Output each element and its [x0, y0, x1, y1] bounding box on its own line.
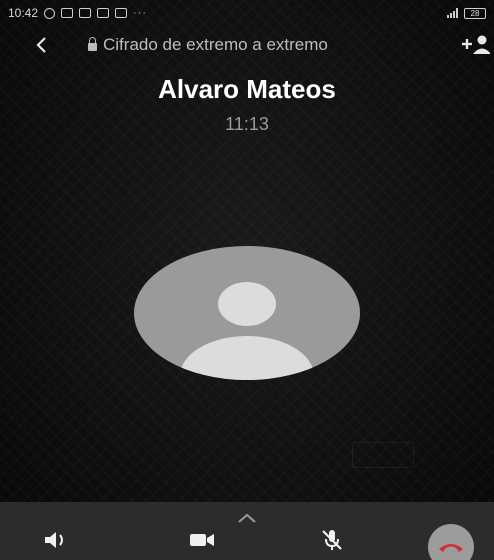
- signal-icon: [447, 8, 458, 18]
- video-button[interactable]: [182, 520, 222, 560]
- end-call-icon: [439, 544, 463, 552]
- battery-icon: 28: [464, 7, 486, 19]
- status-bar-right: 28: [447, 7, 486, 19]
- call-duration: 11:13: [225, 114, 269, 134]
- lock-icon: [88, 37, 97, 51]
- expand-controls-button[interactable]: [237, 508, 257, 528]
- microphone-off-icon: [322, 530, 342, 550]
- speaker-icon: [45, 532, 63, 548]
- chevron-up-icon: [238, 513, 256, 523]
- encryption-notice: Cifrado de extremo a extremo: [88, 35, 328, 55]
- chevron-left-icon: [36, 37, 46, 53]
- status-bar: 10:42 ··· 28: [0, 0, 494, 26]
- alarm-icon: [44, 7, 56, 19]
- caller-name: Alvaro Mateos: [158, 74, 336, 104]
- headset-icon: [61, 8, 74, 18]
- battery-level: 28: [470, 8, 480, 18]
- self-view-placeholder: [352, 442, 414, 468]
- video-camera-icon: [190, 534, 214, 546]
- back-button[interactable]: [30, 32, 52, 58]
- call-header: Cifrado de extremo a extremo: [0, 30, 494, 62]
- more-notifications-icon: ···: [133, 7, 148, 19]
- message-icon: [79, 8, 92, 18]
- mail-icon-2: [115, 8, 128, 18]
- caller-avatar: [134, 246, 360, 380]
- add-participant-button[interactable]: [460, 33, 491, 57]
- mail-icon: [97, 8, 110, 18]
- mute-button[interactable]: [312, 520, 352, 560]
- status-bar-left: 10:42 ···: [8, 6, 147, 20]
- status-time: 10:42: [8, 6, 39, 20]
- call-screen: 10:42 ··· 28 Cifrado de extremo a extrem…: [0, 0, 494, 560]
- avatar-body: [180, 336, 314, 380]
- add-person-icon: [462, 35, 491, 54]
- speaker-button[interactable]: [36, 520, 76, 560]
- encryption-text: Cifrado de extremo a extremo: [103, 35, 328, 54]
- avatar-head: [218, 282, 276, 326]
